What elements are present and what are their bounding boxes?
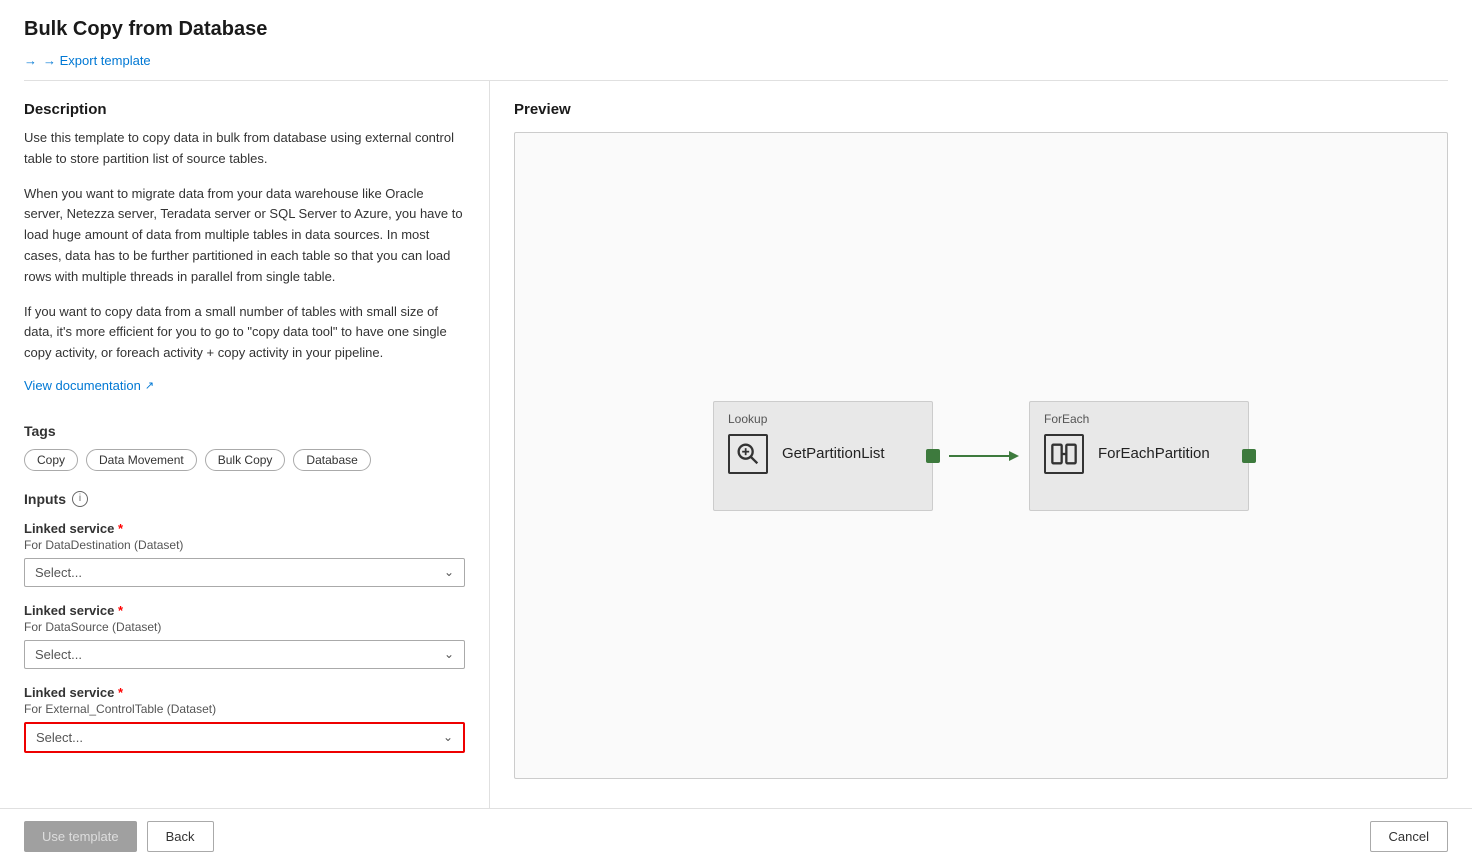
field-group-2: Linked service * For DataSource (Dataset… [24, 603, 465, 669]
footer: Use template Back Cancel [0, 808, 1472, 864]
chevron-down-icon-3: ⌄ [443, 730, 453, 744]
view-documentation-link[interactable]: View documentation ↗ [24, 378, 154, 393]
view-doc-label: View documentation [24, 378, 141, 393]
chevron-down-icon-2: ⌄ [444, 647, 454, 661]
foreach-connector-right [1242, 449, 1256, 463]
lookup-connector-right [926, 449, 940, 463]
tags-title: Tags [24, 423, 465, 439]
tag-database: Database [293, 449, 370, 471]
required-star-3: * [118, 685, 123, 700]
select-placeholder-3: Select... [36, 730, 83, 745]
description-p1: Use this template to copy data in bulk f… [24, 128, 465, 170]
field-sublabel-2: For DataSource (Dataset) [24, 620, 465, 634]
export-template-label: → Export template [43, 53, 151, 68]
description-p3: If you want to copy data from a small nu… [24, 302, 465, 364]
export-template-link[interactable]: → → Export template [24, 53, 151, 68]
tag-data-movement: Data Movement [86, 449, 197, 471]
field-label-1: Linked service * [24, 521, 465, 536]
field-group-1: Linked service * For DataDestination (Da… [24, 521, 465, 587]
preview-canvas: Lookup GetPartitionList [514, 132, 1448, 779]
inputs-header: Inputs i [24, 491, 465, 507]
lookup-node-body: GetPartitionList [728, 434, 918, 474]
foreach-node-name: ForEachPartition [1098, 445, 1210, 462]
required-star-2: * [118, 603, 123, 618]
foreach-node: ForEach ForEachPartition [1029, 401, 1249, 511]
linked-service-select-1[interactable]: Select... ⌄ [24, 558, 465, 587]
chevron-down-icon-1: ⌄ [444, 565, 454, 579]
lookup-type-label: Lookup [728, 412, 918, 426]
inputs-section: Inputs i Linked service * For DataDestin… [24, 491, 465, 753]
lookup-node: Lookup GetPartitionList [713, 401, 933, 511]
tags-section: Tags Copy Data Movement Bulk Copy Databa… [24, 423, 465, 471]
foreach-type-label: ForEach [1044, 412, 1234, 426]
description-p2: When you want to migrate data from your … [24, 184, 465, 288]
description-title: Description [24, 101, 465, 118]
back-button[interactable]: Back [147, 821, 214, 852]
info-icon: i [72, 491, 88, 507]
header: Bulk Copy from Database → → Export templ… [0, 0, 1472, 81]
pipeline-arrow [941, 441, 1021, 471]
required-star-1: * [118, 521, 123, 536]
export-arrow-icon: → [24, 53, 37, 68]
pipeline-diagram: Lookup GetPartitionList [713, 401, 1249, 511]
inputs-title: Inputs [24, 491, 66, 507]
linked-service-select-2[interactable]: Select... ⌄ [24, 640, 465, 669]
cancel-button[interactable]: Cancel [1370, 821, 1448, 852]
lookup-icon [728, 434, 768, 474]
field-sublabel-1: For DataDestination (Dataset) [24, 538, 465, 552]
right-panel: Preview Lookup [490, 81, 1472, 808]
footer-left: Use template Back [24, 821, 214, 852]
foreach-icon [1044, 434, 1084, 474]
left-panel: Description Use this template to copy da… [0, 81, 490, 808]
tag-bulk-copy: Bulk Copy [205, 449, 286, 471]
select-placeholder-1: Select... [35, 565, 82, 580]
main-content: Description Use this template to copy da… [0, 81, 1472, 808]
field-label-2: Linked service * [24, 603, 465, 618]
linked-service-select-3[interactable]: Select... ⌄ [24, 722, 465, 753]
field-label-3: Linked service * [24, 685, 465, 700]
preview-title: Preview [514, 101, 1448, 118]
foreach-node-body: ForEachPartition [1044, 434, 1234, 474]
page-title: Bulk Copy from Database [24, 18, 1448, 41]
tags-container: Copy Data Movement Bulk Copy Database [24, 449, 465, 471]
use-template-button[interactable]: Use template [24, 821, 137, 852]
description-section: Description Use this template to copy da… [24, 101, 465, 413]
external-link-icon: ↗ [145, 379, 154, 392]
field-sublabel-3: For External_ControlTable (Dataset) [24, 702, 465, 716]
select-placeholder-2: Select... [35, 647, 82, 662]
page-container: Bulk Copy from Database → → Export templ… [0, 0, 1472, 864]
tag-copy: Copy [24, 449, 78, 471]
field-group-3: Linked service * For External_ControlTab… [24, 685, 465, 753]
lookup-node-name: GetPartitionList [782, 445, 885, 462]
